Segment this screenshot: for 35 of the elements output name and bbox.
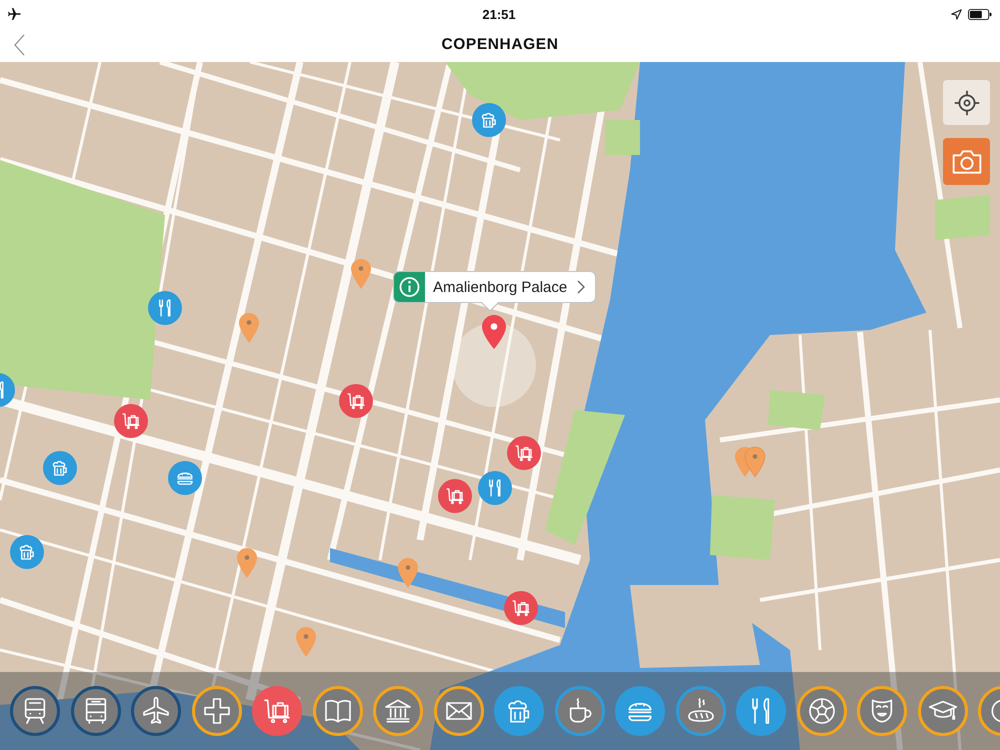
back-chevron-icon[interactable] [14,34,25,56]
fork-knife-marker-icon[interactable] [0,373,15,407]
place-title: Amalienborg Palace [432,278,568,296]
camera-button[interactable] [943,138,990,185]
fork-knife-marker-icon[interactable] [478,471,512,505]
park-area [935,195,990,240]
luggage-cart-marker-icon[interactable] [504,591,538,625]
map-pin-icon[interactable] [236,547,258,579]
luggage-cart-marker-icon[interactable] [507,436,541,470]
fork-knife-marker-icon[interactable] [148,291,182,325]
callout-pointer-icon [481,302,499,311]
map-pin-icon[interactable] [295,626,317,658]
beer-mug-marker-icon[interactable] [10,535,44,569]
battery-icon [968,8,992,20]
location-pin-icon[interactable] [481,314,507,350]
map-pin-icon[interactable] [397,557,419,589]
locate-button[interactable] [943,80,990,125]
beer-mug-marker-icon[interactable] [43,451,77,485]
chevron-right-icon [577,280,586,294]
burger-marker-icon[interactable] [168,461,202,495]
status-time: 21:51 [482,6,516,22]
crosshair-icon [952,88,980,116]
screen-title: COPENHAGEN [441,36,559,54]
luggage-cart-marker-icon[interactable] [114,404,148,438]
map-pin-icon[interactable] [238,312,260,344]
location-arrow-icon [951,8,962,20]
park-area [710,495,775,560]
airplane-icon [6,6,22,22]
luggage-cart-marker-icon[interactable] [438,479,472,513]
luggage-cart-marker-icon[interactable] [339,384,373,418]
park-area [768,390,825,430]
map-pin-icon[interactable] [350,258,372,290]
airplane-icon [140,695,172,727]
info-icon [394,272,425,302]
beer-mug-marker-icon[interactable] [472,103,506,137]
